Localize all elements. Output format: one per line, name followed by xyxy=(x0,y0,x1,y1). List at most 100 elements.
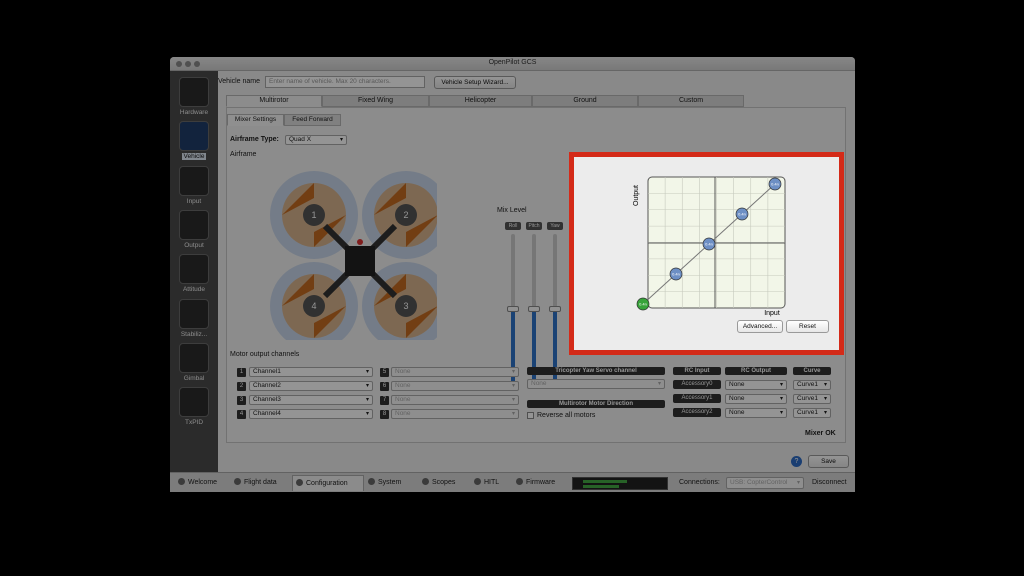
tricopter-yaw-servo-select[interactable]: None ▾ xyxy=(527,379,665,389)
rc-output-select[interactable]: None ▾ xyxy=(725,394,787,404)
tab-mixer-settings[interactable]: Mixer Settings xyxy=(227,114,284,126)
tab-welcome[interactable]: Welcome xyxy=(178,475,217,491)
tab-feed-forward[interactable]: Feed Forward xyxy=(284,114,341,126)
motor-channel-select[interactable]: None ▾ xyxy=(391,409,519,419)
tx-level-bar xyxy=(583,480,627,483)
tab-firmware-label: Firmware xyxy=(526,479,556,486)
chevron-down-icon: ▾ xyxy=(365,397,369,403)
rc-output-value: None xyxy=(729,409,745,416)
tab-custom[interactable]: Custom xyxy=(638,95,744,107)
connection-select[interactable]: USB: CopterControl ▾ xyxy=(726,477,804,489)
curve-point-label: 0.4n xyxy=(672,272,680,277)
tab-firmware[interactable]: Firmware xyxy=(516,475,555,491)
motor-channel-select[interactable]: Channel1 ▾ xyxy=(249,367,373,377)
curve-y-axis-label: Output xyxy=(633,185,640,206)
rc-output-select[interactable]: None ▾ xyxy=(725,380,787,390)
chevron-down-icon: ▾ xyxy=(796,480,800,486)
rc-output-header: RC Output xyxy=(725,367,787,375)
telemetry-meter xyxy=(572,477,668,490)
sidebar-item-vehicle[interactable]: Vehicle xyxy=(170,121,218,160)
save-button[interactable]: Save xyxy=(808,455,849,468)
disconnect-button[interactable]: Disconnect xyxy=(812,479,847,486)
curve-select[interactable]: Curve1 ▾ xyxy=(793,394,831,404)
motor-channel-select[interactable]: None ▾ xyxy=(391,381,519,391)
mix-level-label: Mix Level xyxy=(497,207,527,214)
advanced-button[interactable]: Advanced... xyxy=(737,320,783,333)
chevron-down-icon: ▾ xyxy=(365,383,369,389)
tab-welcome-label: Welcome xyxy=(188,479,218,486)
sidebar-item-gimbal[interactable]: Gimbal xyxy=(170,343,218,382)
curve-editor-highlight: Output Input 0.4n 0.4n 0.4n 0.4n 0.4n Advanc… xyxy=(569,152,844,355)
tab-flight-data[interactable]: Flight data xyxy=(234,475,277,491)
reset-button[interactable]: Reset xyxy=(786,320,829,333)
flight-controller-board xyxy=(345,246,375,276)
motor-channel-value: Channel4 xyxy=(253,410,281,417)
curve-select[interactable]: Curve1 ▾ xyxy=(793,408,831,418)
rc-output-select[interactable]: None ▾ xyxy=(725,408,787,418)
help-icon[interactable]: ? xyxy=(791,456,802,467)
airframe-type-tabs: Multirotor Fixed Wing Helicopter Ground … xyxy=(226,95,744,107)
pitch-slider-thumb[interactable] xyxy=(528,306,540,312)
sidebar-item-label: Input xyxy=(186,198,202,205)
sidebar-item-input[interactable]: Input xyxy=(170,166,218,205)
motor-channel-value: None xyxy=(395,410,411,417)
vehicle-icon xyxy=(179,121,209,151)
vehicle-name-label: Vehicle name xyxy=(218,78,261,85)
tricopter-yaw-servo-header: Tricopter Yaw Servo channel xyxy=(527,367,665,375)
horizon-icon xyxy=(179,254,209,284)
mixer-status: Mixer OK xyxy=(805,430,836,437)
motor-channel-select[interactable]: Channel3 ▾ xyxy=(249,395,373,405)
sidebar-item-hardware[interactable]: Hardware xyxy=(170,77,218,116)
motor-number-badge: 2 xyxy=(237,382,246,391)
motor-number-badge: 3 xyxy=(237,396,246,405)
tab-fixed-wing[interactable]: Fixed Wing xyxy=(322,95,429,107)
camera-icon xyxy=(179,343,209,373)
motor-label-2: 2 xyxy=(403,210,408,220)
curve-x-axis-label: Input xyxy=(764,310,780,317)
chevron-down-icon: ▾ xyxy=(779,382,783,388)
sidebar-item-output[interactable]: Output xyxy=(170,210,218,249)
sidebar-item-label: Gimbal xyxy=(183,375,205,382)
curve-value: Curve1 xyxy=(797,409,818,416)
chevron-down-icon: ▾ xyxy=(339,137,343,143)
motor-channel-select[interactable]: None ▾ xyxy=(391,367,519,377)
firmware-icon xyxy=(516,478,523,485)
chevron-down-icon: ▾ xyxy=(511,411,515,417)
motor-channel-select[interactable]: None ▾ xyxy=(391,395,519,405)
tab-ground[interactable]: Ground xyxy=(532,95,638,107)
chevron-down-icon: ▾ xyxy=(511,383,515,389)
tab-scopes[interactable]: Scopes xyxy=(422,475,455,491)
tab-multirotor[interactable]: Multirotor xyxy=(226,95,322,107)
gyro-icon xyxy=(179,299,209,329)
sidebar-item-label: Vehicle xyxy=(181,153,207,160)
tab-hitl-label: HITL xyxy=(484,479,500,486)
reverse-motors-checkbox[interactable] xyxy=(527,412,534,419)
yaw-slider-thumb[interactable] xyxy=(549,306,561,312)
sidebar-item-label: Attitude xyxy=(182,286,206,293)
tab-hitl[interactable]: HITL xyxy=(474,475,499,491)
motor-number-badge: 6 xyxy=(380,382,389,391)
motor-channel-select[interactable]: Channel2 ▾ xyxy=(249,381,373,391)
motor-label-4: 4 xyxy=(311,301,316,311)
vehicle-setup-wizard-button[interactable]: Vehicle Setup Wizard... xyxy=(434,76,516,89)
tuning-icon xyxy=(179,387,209,417)
sidebar-item-stabilization[interactable]: Stabiliz... xyxy=(170,299,218,338)
airframe-type-select[interactable]: Quad X ▾ xyxy=(285,135,347,145)
rc-input-accessory1: Accessory1 xyxy=(673,394,721,403)
sidebar-item-attitude[interactable]: Attitude xyxy=(170,254,218,293)
motor-number-badge: 7 xyxy=(380,396,389,405)
vehicle-name-input[interactable]: Enter name of vehicle. Max 20 characters… xyxy=(265,76,425,88)
tab-helicopter[interactable]: Helicopter xyxy=(429,95,532,107)
motor-number-badge: 8 xyxy=(380,410,389,419)
tab-scopes-label: Scopes xyxy=(432,479,456,486)
sidebar-item-txpid[interactable]: TxPID xyxy=(170,387,218,426)
tab-system[interactable]: System xyxy=(368,475,401,491)
curve-select[interactable]: Curve1 ▾ xyxy=(793,380,831,390)
chevron-down-icon: ▾ xyxy=(823,382,827,388)
motor-channel-value: Channel2 xyxy=(253,382,281,389)
roll-slider-thumb[interactable] xyxy=(507,306,519,312)
tab-configuration[interactable]: Configuration xyxy=(292,475,364,491)
front-indicator xyxy=(357,239,363,245)
wrench-icon xyxy=(296,479,303,486)
motor-channel-select[interactable]: Channel4 ▾ xyxy=(249,409,373,419)
